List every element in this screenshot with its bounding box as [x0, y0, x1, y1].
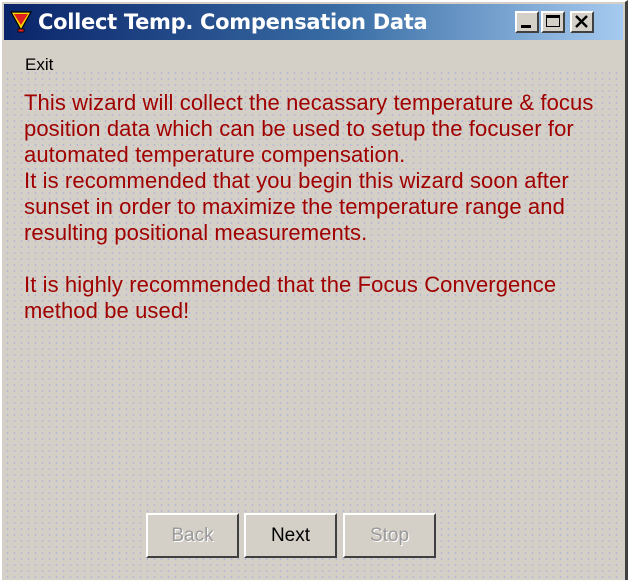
close-button[interactable]: [570, 11, 594, 33]
close-icon: [575, 15, 588, 28]
minimize-button[interactable]: [515, 11, 539, 33]
instructions-paragraph-1: This wizard will collect the necassary t…: [24, 90, 594, 167]
minimize-icon: [521, 25, 531, 28]
title-bar[interactable]: Collect Temp. Compensation Data: [4, 4, 623, 40]
wizard-instructions: This wizard will collect the necassary t…: [24, 90, 609, 324]
maximize-button[interactable]: [541, 11, 565, 33]
menu-exit[interactable]: Exit: [25, 55, 53, 75]
funnel-icon[interactable]: [9, 10, 33, 34]
maximize-icon: [546, 15, 560, 27]
instructions-paragraph-3: It is highly recommended that the Focus …: [24, 272, 557, 323]
instructions-paragraph-2: It is recommended that you begin this wi…: [24, 168, 569, 245]
stop-button[interactable]: Stop: [343, 513, 436, 558]
back-button[interactable]: Back: [146, 513, 239, 558]
menu-bar: [4, 42, 623, 68]
next-button[interactable]: Next: [244, 513, 337, 558]
window-title: Collect Temp. Compensation Data: [38, 10, 428, 34]
